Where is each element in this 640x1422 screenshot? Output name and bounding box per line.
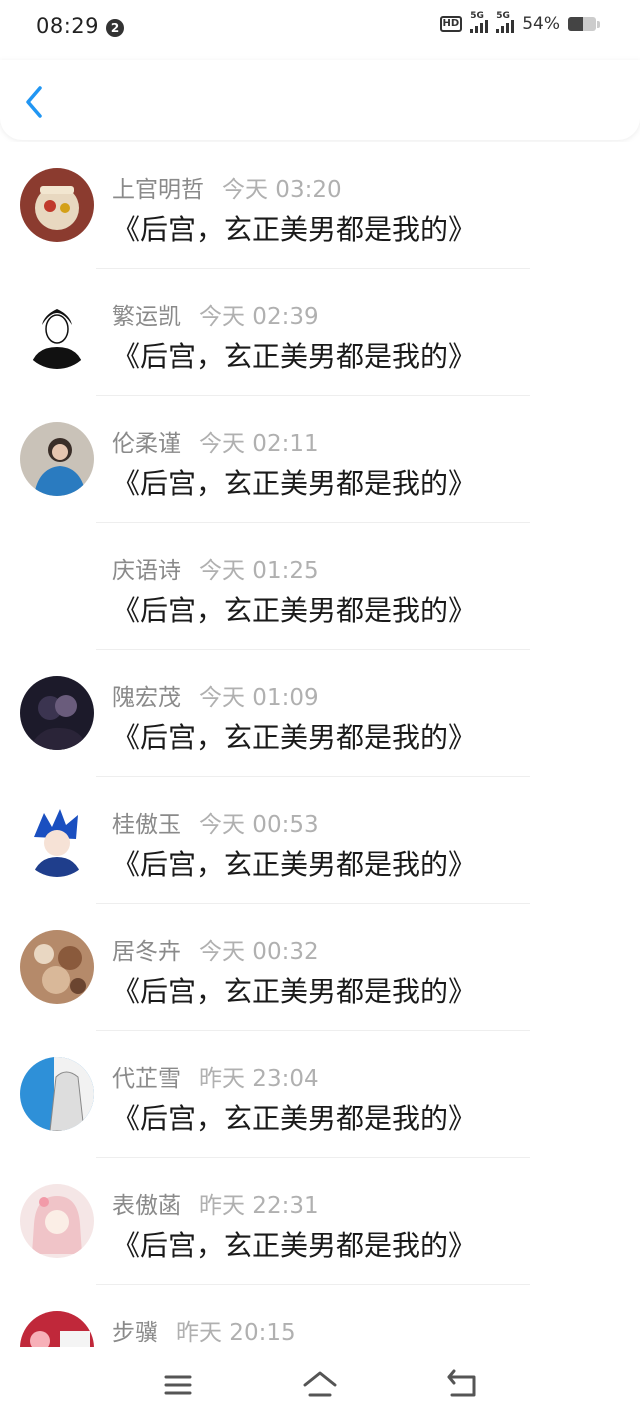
user-name[interactable]: 表傲菡 [112,1193,181,1219]
avatar[interactable] [20,676,94,750]
menu-button[interactable] [158,1365,198,1405]
message-text: 《后宫，玄正美男都是我的》 [112,1102,477,1135]
timestamp: 今天 02:11 [199,431,319,457]
battery-percent: 54% [522,14,560,34]
timestamp: 今天 03:20 [222,177,342,203]
user-name[interactable]: 伦柔谨 [112,431,181,457]
timestamp: 今天 01:09 [199,685,319,711]
battery-icon [568,17,596,31]
menu-icon [164,1375,192,1395]
avatar[interactable] [20,1057,94,1131]
list-item[interactable]: 桂傲玉 今天 00:53 《后宫，玄正美男都是我的》 [0,777,640,904]
user-name[interactable]: 上官明哲 [112,177,204,203]
user-name[interactable]: 繁运凯 [112,304,181,330]
list-item[interactable]: 伦柔谨 今天 02:11 《后宫，玄正美男都是我的》 [0,396,640,523]
status-bar: 08:29 2 HD 5G 5G 54% [0,0,640,60]
list-item[interactable]: 表傲菡 昨天 22:31 《后宫，玄正美男都是我的》 [0,1158,640,1285]
message-text: 《后宫，玄正美男都是我的》 [112,340,477,373]
message-text: 《后宫，玄正美男都是我的》 [112,467,477,500]
user-name[interactable]: 居冬卉 [112,939,181,965]
user-name[interactable]: 庆语诗 [112,558,181,584]
timestamp: 昨天 20:15 [176,1320,296,1346]
home-icon [303,1371,337,1397]
message-text: 《后宫，玄正美男都是我的》 [112,213,477,246]
message-text: 《后宫，玄正美男都是我的》 [112,848,477,881]
system-nav-bar [0,1347,640,1422]
list-item[interactable]: 庆语诗 今天 01:25 《后宫，玄正美男都是我的》 [0,523,640,650]
list-item[interactable]: 繁运凯 今天 02:39 《后宫，玄正美男都是我的》 [0,269,640,396]
avatar[interactable] [20,1184,94,1258]
back-nav-button[interactable] [442,1365,482,1405]
message-list[interactable]: 上官明哲 今天 03:20 《后宫，玄正美男都是我的》 繁运凯 今天 02:39 《后宫，… [0,142,640,1347]
timestamp: 今天 00:32 [199,939,319,965]
chevron-left-icon [26,86,42,118]
back-button[interactable] [20,84,50,120]
timestamp: 昨天 23:04 [199,1066,319,1092]
avatar[interactable] [20,930,94,1004]
avatar[interactable] [20,168,94,242]
timestamp: 昨天 22:31 [199,1193,319,1219]
user-name[interactable]: 步骥 [112,1320,158,1346]
avatar[interactable] [20,1311,94,1347]
top-app-bar [0,60,640,140]
signal-icon-2: 5G [496,11,515,33]
timestamp: 今天 00:53 [199,812,319,838]
notification-badge: 2 [106,19,124,37]
home-button[interactable] [300,1365,340,1405]
message-text: 《后宫，玄正美男都是我的》 [112,594,477,627]
hd-icon: HD [439,16,463,32]
user-name[interactable]: 代芷雪 [112,1066,181,1092]
message-text: 《后宫，玄正美男都是我的》 [112,721,477,754]
avatar[interactable] [20,422,94,496]
avatar[interactable] [20,295,94,369]
list-item[interactable]: 代芷雪 昨天 23:04 《后宫，玄正美男都是我的》 [0,1031,640,1158]
list-item[interactable]: 上官明哲 今天 03:20 《后宫，玄正美男都是我的》 [0,142,640,269]
user-name[interactable]: 桂傲玉 [112,812,181,838]
list-item[interactable]: 居冬卉 今天 00:32 《后宫，玄正美男都是我的》 [0,904,640,1031]
timestamp: 今天 02:39 [199,304,319,330]
signal-icon: 5G [470,11,489,33]
message-text: 《后宫，玄正美男都是我的》 [112,975,477,1008]
message-text: 《后宫，玄正美男都是我的》 [112,1229,477,1262]
list-item[interactable]: 隗宏茂 今天 01:09 《后宫，玄正美男都是我的》 [0,650,640,777]
back-icon [447,1369,476,1397]
list-item[interactable]: 步骥 昨天 20:15 [0,1285,640,1347]
avatar[interactable] [20,803,94,877]
status-icons: HD 5G 5G 54% [439,11,600,34]
status-time: 08:29 [36,14,100,38]
timestamp: 今天 01:25 [199,558,319,584]
user-name[interactable]: 隗宏茂 [112,685,181,711]
